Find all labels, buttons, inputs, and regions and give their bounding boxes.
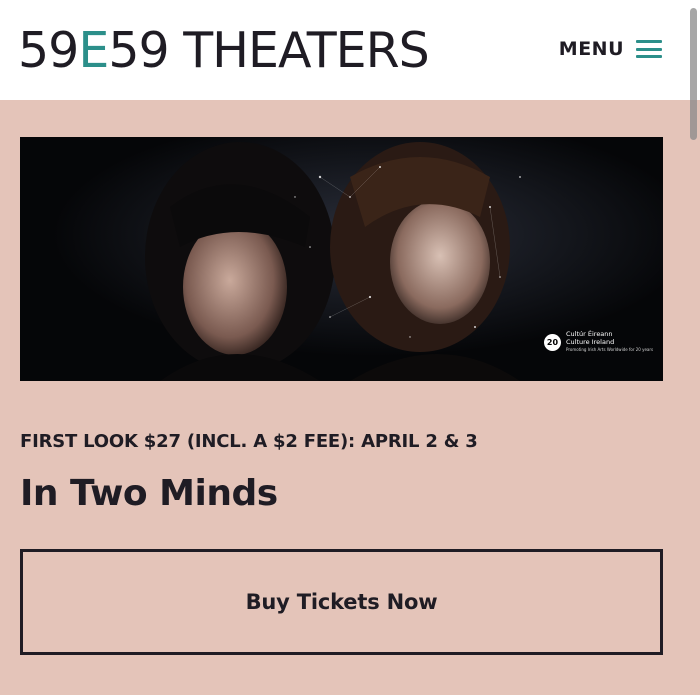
culture-ireland-logo: 20 Cultúr Éireann Culture Ireland Promot…: [544, 330, 653, 354]
badge-text: Cultúr Éireann Culture Ireland Promoting…: [566, 330, 653, 354]
hero-image: 20 Cultúr Éireann Culture Ireland Promot…: [20, 137, 663, 381]
buy-tickets-button[interactable]: Buy Tickets Now: [20, 549, 663, 655]
badge-line3: Promoting Irish Arts Worldwide for 20 ye…: [566, 347, 654, 352]
scrollbar[interactable]: [690, 8, 697, 140]
site-logo[interactable]: 59E59 THEATERS: [18, 22, 430, 80]
badge-line2: Culture Ireland: [566, 338, 615, 346]
show-subtitle: FIRST LOOK $27 (INCL. A $2 FEE): APRIL 2…: [20, 431, 478, 452]
menu-label: MENU: [558, 38, 624, 60]
logo-suffix: 59 THEATERS: [108, 22, 429, 79]
badge-mark: 20: [544, 333, 561, 351]
hamburger-icon: [636, 40, 662, 58]
badge-line1: Cultúr Éireann: [566, 330, 613, 338]
site-header: 59E59 THEATERS MENU: [0, 0, 700, 100]
menu-button[interactable]: MENU: [559, 38, 662, 60]
show-title: In Two Minds: [20, 473, 278, 514]
logo-prefix: 59: [18, 22, 79, 79]
logo-accent: E: [78, 22, 109, 79]
buy-tickets-label: Buy Tickets Now: [245, 590, 438, 614]
